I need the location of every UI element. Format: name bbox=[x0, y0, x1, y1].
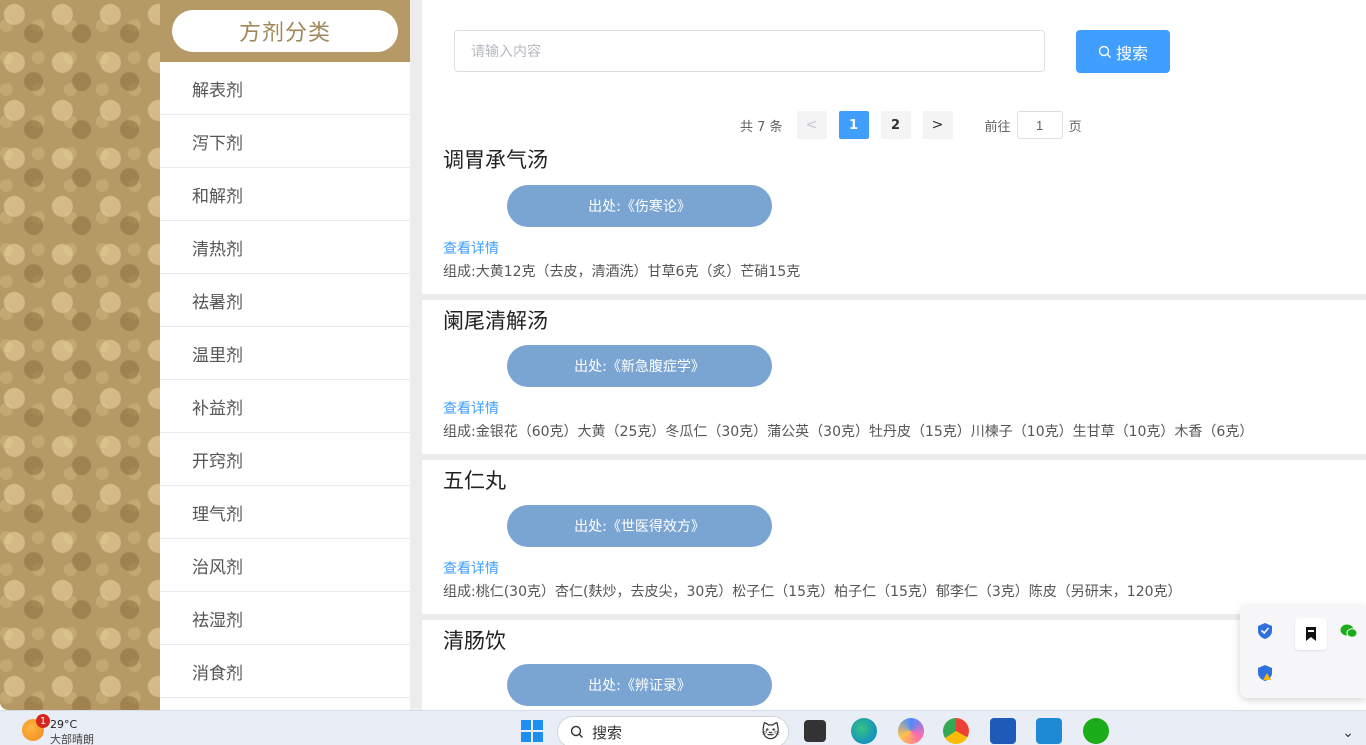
windows-start-icon[interactable] bbox=[519, 718, 545, 744]
tray-overflow-popup bbox=[1240, 606, 1366, 698]
weather-temp: 29°C bbox=[50, 718, 78, 731]
formula-source-pill[interactable]: 出处:《世医得效方》 bbox=[507, 505, 772, 547]
bookmark-app-icon[interactable] bbox=[1295, 618, 1327, 650]
view-detail-link[interactable]: 查看详情 bbox=[443, 238, 499, 258]
edge-browser-icon[interactable] bbox=[851, 718, 877, 744]
photos-icon[interactable] bbox=[898, 718, 924, 744]
sidebar-item-qushu[interactable]: 祛暑剂 bbox=[160, 274, 410, 327]
card-separator bbox=[422, 294, 1366, 300]
sidebar-item-jiebiao[interactable]: 解表剂 bbox=[160, 62, 410, 115]
sidebar-header: 方剂分类 bbox=[160, 0, 410, 62]
sidebar-item-xiexia[interactable]: 泻下剂 bbox=[160, 115, 410, 168]
search-button[interactable]: 搜索 bbox=[1076, 30, 1170, 73]
sidebar-title: 方剂分类 bbox=[172, 10, 398, 52]
goto-page: 前往 页 bbox=[985, 111, 1082, 139]
page-2-button[interactable]: 2 bbox=[880, 111, 911, 139]
weather-icon: 1 bbox=[22, 714, 50, 741]
goto-label: 前往 bbox=[984, 119, 1011, 135]
search-input[interactable] bbox=[454, 30, 1045, 72]
task-view-icon[interactable] bbox=[804, 720, 826, 742]
security-warning-icon[interactable] bbox=[1254, 662, 1276, 684]
vscode-icon[interactable] bbox=[1036, 718, 1062, 744]
page-1-button[interactable]: 1 bbox=[838, 111, 869, 139]
weather-desc: 大部晴朗 bbox=[50, 733, 94, 745]
taskbar-search[interactable]: 搜索 🐱 bbox=[557, 716, 789, 745]
weather-widget[interactable]: 1 29°C 大部晴朗 bbox=[22, 714, 94, 745]
goto-unit: 页 bbox=[1068, 119, 1082, 135]
formula-source-pill[interactable]: 出处:《伤寒论》 bbox=[507, 185, 772, 227]
search-icon bbox=[570, 725, 583, 738]
card-separator bbox=[422, 454, 1366, 460]
formula-composition: 组成:桃仁(30克）杏仁(麸炒，去皮尖，30克）松子仁（15克）柏子仁（15克）… bbox=[443, 584, 1182, 600]
formula-composition: 组成:金银花（60克）大黄（25克）冬瓜仁（30克）蒲公英（30克）牡丹皮（15… bbox=[443, 424, 1254, 440]
sidebar-item-kaiqiao[interactable]: 开窍剂 bbox=[160, 433, 410, 486]
category-sidebar: 方剂分类 解表剂 泻下剂 和解剂 清热剂 祛暑剂 温里剂 补益剂 开窍剂 理气剂… bbox=[160, 0, 410, 710]
weather-badge: 1 bbox=[36, 714, 50, 728]
formula-title: 调胃承气汤 bbox=[443, 148, 548, 172]
sidebar-item-wenli[interactable]: 温里剂 bbox=[160, 327, 410, 380]
wechat-taskbar-icon[interactable] bbox=[1083, 718, 1109, 744]
sidebar-item-qingre[interactable]: 清热剂 bbox=[160, 221, 410, 274]
formula-title: 五仁丸 bbox=[443, 469, 506, 493]
store-icon[interactable] bbox=[990, 718, 1016, 744]
main-content: 搜索 共 7 条 < 1 2 > 前往 页 调胃承气汤 出处:《伤寒论》 查看详… bbox=[422, 0, 1366, 710]
pagination-total: 共 7 条 bbox=[740, 119, 783, 135]
view-detail-link[interactable]: 查看详情 bbox=[443, 398, 499, 418]
card-separator bbox=[422, 614, 1366, 620]
chrome-icon[interactable] bbox=[943, 718, 969, 744]
goto-page-input[interactable] bbox=[1016, 111, 1063, 139]
sidebar-item-xiaoshi[interactable]: 消食剂 bbox=[160, 645, 410, 698]
formula-title: 清肠饮 bbox=[443, 629, 506, 653]
taskbar: 1 29°C 大部晴朗 搜索 🐱 ⌄ bbox=[0, 710, 1366, 745]
shield-icon[interactable] bbox=[1254, 620, 1276, 642]
formula-title: 阑尾清解汤 bbox=[443, 309, 548, 333]
next-page-button[interactable]: > bbox=[922, 111, 953, 139]
view-detail-link[interactable]: 查看详情 bbox=[443, 558, 499, 578]
chevron-down-icon[interactable]: ⌄ bbox=[1342, 725, 1354, 741]
sidebar-item-qushi[interactable]: 祛湿剂 bbox=[160, 592, 410, 645]
pagination: 共 7 条 < 1 2 > 前往 页 bbox=[740, 111, 1082, 139]
sidebar-divider bbox=[410, 0, 422, 710]
sidebar-item-liqi[interactable]: 理气剂 bbox=[160, 486, 410, 539]
formula-source-pill[interactable]: 出处:《新急腹症学》 bbox=[507, 345, 772, 387]
sidebar-item-buyi[interactable]: 补益剂 bbox=[160, 380, 410, 433]
prev-page-button[interactable]: < bbox=[796, 111, 827, 139]
wechat-icon[interactable] bbox=[1338, 620, 1360, 642]
formula-composition: 组成:大黄12克（去皮，清酒洗）甘草6克（炙）芒硝15克 bbox=[443, 264, 801, 280]
search-button-label: 搜索 bbox=[1115, 43, 1148, 63]
formula-source-pill[interactable]: 出处:《辨证录》 bbox=[507, 664, 772, 706]
taskbar-search-label: 搜索 bbox=[592, 723, 623, 742]
search-highlight-icon: 🐱 bbox=[761, 721, 780, 743]
search-icon bbox=[1098, 45, 1111, 58]
sidebar-item-zhifeng[interactable]: 治风剂 bbox=[160, 539, 410, 592]
decorative-pattern bbox=[0, 0, 160, 710]
sidebar-item-hejie[interactable]: 和解剂 bbox=[160, 168, 410, 221]
